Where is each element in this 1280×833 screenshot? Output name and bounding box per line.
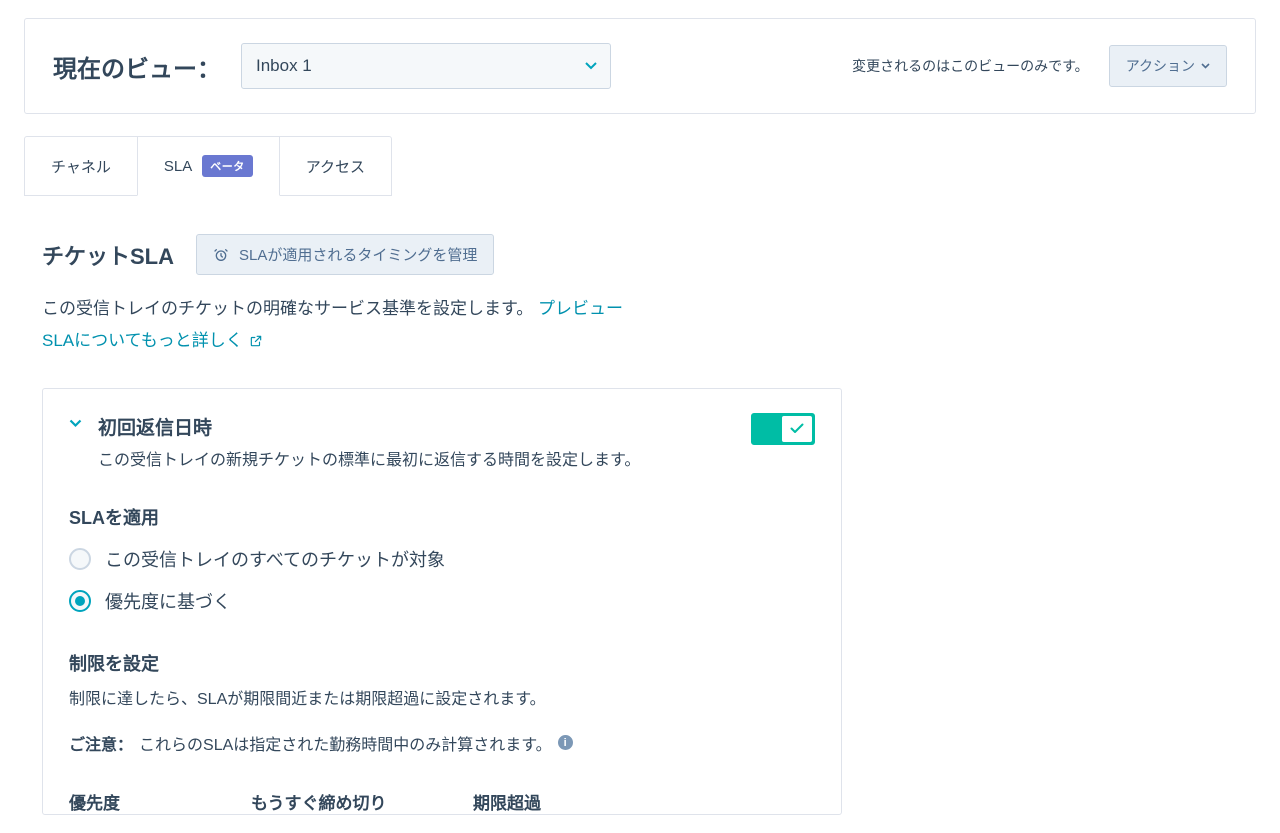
- current-view-label: 現在のビュー：: [53, 49, 221, 84]
- tab-label: アクセス: [306, 156, 365, 177]
- alarm-clock-icon: [213, 247, 229, 263]
- note-text: これらのSLAは指定された勤務時間中のみ計算されます。: [139, 731, 552, 755]
- tabs: チャネル SLA ベータ アクセス: [24, 136, 1256, 196]
- learn-more-label: SLAについてもっと詳しく: [42, 325, 243, 357]
- section-header: チケットSLA SLAが適用されるタイミングを管理: [42, 234, 1256, 275]
- learn-more-link[interactable]: SLAについてもっと詳しく: [42, 325, 263, 357]
- radio-label: 優先度に基づく: [105, 588, 231, 614]
- apply-sla-heading: SLAを適用: [69, 504, 815, 530]
- note-label: ご注意：: [69, 731, 133, 755]
- limits-table-header: 優先度 もうすぐ締め切り 期限超過: [69, 789, 815, 814]
- view-select[interactable]: Inbox 1: [241, 43, 611, 89]
- description-text: この受信トレイのチケットの明確なサービス基準を設定します。: [42, 299, 533, 318]
- info-icon[interactable]: i: [558, 735, 573, 750]
- tab-sla[interactable]: SLA ベータ: [137, 136, 280, 196]
- section-title: チケットSLA: [42, 239, 174, 271]
- collapse-button[interactable]: [69, 419, 82, 428]
- actions-button-label: アクション: [1126, 56, 1195, 76]
- external-link-icon: [249, 334, 263, 348]
- radio-icon: [69, 548, 91, 570]
- radio-by-priority[interactable]: 優先度に基づく: [69, 588, 815, 614]
- toggle-handle: [782, 416, 812, 442]
- actions-button[interactable]: アクション: [1109, 45, 1227, 87]
- section-description: この受信トレイのチケットの明確なサービス基準を設定します。 プレビュー: [42, 293, 1256, 325]
- header-bar: 現在のビュー： Inbox 1 変更されるのはこのビューのみです。 アクション: [24, 18, 1256, 114]
- limits-description: 制限に達したら、SLAが期限間近または期限超過に設定されます。: [69, 686, 815, 713]
- chevron-down-icon: [69, 419, 82, 428]
- view-select-value[interactable]: Inbox 1: [241, 43, 611, 89]
- beta-badge: ベータ: [202, 155, 253, 177]
- radio-all-tickets[interactable]: この受信トレイのすべてのチケットが対象: [69, 546, 815, 572]
- section: チケットSLA SLAが適用されるタイミングを管理 この受信トレイのチケットの明…: [24, 196, 1256, 815]
- card-subtitle: この受信トレイの新規チケットの標準に最初に返信する時間を設定します。: [98, 446, 735, 470]
- caret-down-icon: [1201, 63, 1210, 69]
- card-header: 初回返信日時 この受信トレイの新規チケットの標準に最初に返信する時間を設定します…: [69, 413, 815, 470]
- col-priority: 優先度: [69, 789, 209, 814]
- col-due-soon: もうすぐ締め切り: [251, 789, 431, 814]
- first-response-card: 初回返信日時 この受信トレイの新規チケットの標準に最初に返信する時間を設定します…: [42, 388, 842, 815]
- preview-link[interactable]: プレビュー: [538, 299, 623, 318]
- manage-timing-button[interactable]: SLAが適用されるタイミングを管理: [196, 234, 494, 275]
- card-body: SLAを適用 この受信トレイのすべてのチケットが対象 優先度に基づく 制限を設定…: [69, 470, 815, 814]
- tab-label: SLA: [164, 158, 192, 175]
- header-note: 変更されるのはこのビューのみです。: [852, 56, 1089, 76]
- col-overdue: 期限超過: [473, 789, 613, 814]
- check-icon: [790, 423, 804, 434]
- limits-heading: 制限を設定: [69, 650, 815, 676]
- card-title: 初回返信日時: [98, 413, 735, 440]
- radio-label: この受信トレイのすべてのチケットが対象: [105, 546, 445, 572]
- radio-icon: [69, 590, 91, 612]
- tab-access[interactable]: アクセス: [279, 136, 392, 196]
- tab-channels[interactable]: チャネル: [24, 136, 138, 196]
- note-row: ご注意： これらのSLAは指定された勤務時間中のみ計算されます。 i: [69, 731, 815, 755]
- manage-timing-label: SLAが適用されるタイミングを管理: [239, 244, 477, 265]
- enable-toggle[interactable]: [751, 413, 815, 445]
- tab-label: チャネル: [51, 156, 111, 177]
